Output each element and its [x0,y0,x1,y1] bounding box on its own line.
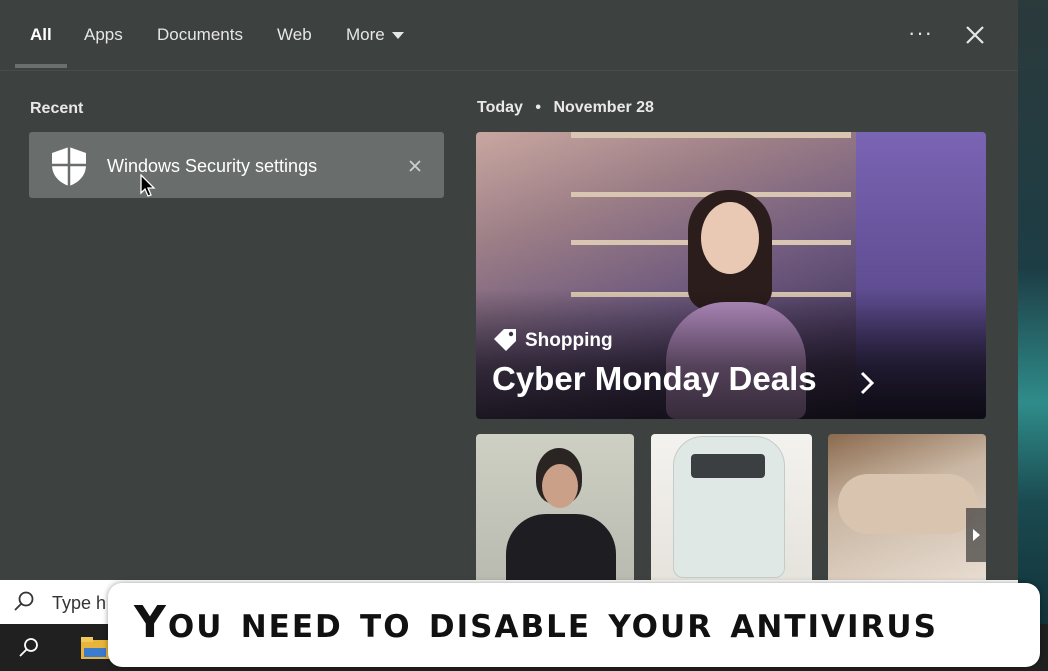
thumb-person-body [506,514,616,580]
file-explorer-icon[interactable] [80,636,110,660]
caret-down-icon [391,32,404,40]
news-card-2[interactable] [651,434,812,580]
hero-category: Shopping [525,330,613,351]
thumb-person-face [542,464,578,508]
tab-more-label: More [346,25,385,44]
close-icon[interactable] [960,20,990,50]
news-card-1[interactable] [476,434,634,580]
tab-web[interactable]: Web [277,25,312,45]
recent-heading: Recent [30,100,84,117]
tab-documents[interactable]: Documents [157,25,243,45]
tab-all[interactable]: All [30,25,52,45]
shield-icon [52,147,86,186]
hero-headline: Cyber Monday Deals [492,360,817,397]
today-heading: Today [477,99,523,116]
caption-text: You need to disable your antivirus [134,597,938,648]
ellipsis-icon[interactable]: ··· [908,20,933,46]
caret-right-icon [973,529,980,541]
search-tabs: All Apps Documents Web More ··· [0,0,1018,70]
hero-gradient [476,289,986,419]
tab-apps[interactable]: Apps [84,25,123,45]
shelf-decor [571,132,851,138]
today-date: November 28 [553,99,654,116]
hero-card-cyber-monday[interactable]: Shopping Cyber Monday Deals [476,132,986,419]
desktop-wallpaper [1018,0,1048,671]
taskbar-search-icon[interactable] [18,637,40,659]
hero-person-face [701,202,759,274]
recent-item-windows-security[interactable]: Windows Security settings [29,132,444,198]
chevron-right-icon [860,371,875,395]
tag-icon [494,329,516,351]
news-card-3[interactable] [828,434,986,580]
search-panel: All Apps Documents Web More ··· Recent W… [0,0,1018,580]
tab-more[interactable]: More [346,25,404,45]
carousel-next-button[interactable] [966,508,986,562]
thumb-hands [838,474,978,534]
remove-icon[interactable] [408,159,422,173]
today-separator: • [535,99,541,116]
active-tab-indicator [15,64,67,68]
mouse-cursor-icon [140,174,156,197]
thumb-air-fryer-panel [691,454,765,478]
video-caption-banner: You need to disable your antivirus [108,583,1040,667]
today-header: Today • November 28 [477,99,654,117]
tabs-divider [0,70,1018,71]
search-icon [14,591,34,611]
